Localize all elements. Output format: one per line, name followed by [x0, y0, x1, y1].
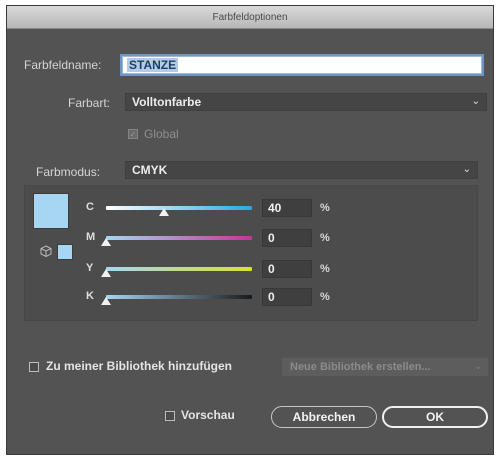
color-preview-swatch	[33, 193, 69, 229]
channel-slider-y[interactable]	[106, 267, 252, 271]
channel-label-y: Y	[86, 262, 94, 274]
color-type-label: Farbart:	[68, 96, 111, 110]
preview-checkbox[interactable]	[165, 411, 175, 421]
channel-value-k: 0	[268, 290, 275, 304]
channel-value-input-y[interactable]: 0	[262, 260, 312, 278]
color-mode-label: Farbmodus:	[36, 165, 101, 179]
title-bar[interactable]: Farbfeldoptionen	[7, 6, 493, 29]
color-mode-value: CMYK	[132, 163, 168, 177]
channel-slider-k[interactable]	[106, 295, 252, 299]
channel-value-input-k[interactable]: 0	[262, 288, 312, 306]
channel-value-input-c[interactable]: 40	[262, 199, 312, 217]
channel-slider-m[interactable]	[106, 236, 252, 240]
slider-thumb-m[interactable]	[101, 238, 111, 246]
swatch-name-label: Farbfeldname:	[24, 58, 102, 72]
channel-label-k: K	[86, 290, 94, 302]
chevron-down-icon: ⌄	[471, 96, 480, 107]
percent-unit: %	[320, 263, 330, 275]
library-select[interactable]: Neue Bibliothek erstellen... ⌄	[281, 357, 489, 377]
out-of-gamut-cube-icon[interactable]	[40, 245, 52, 257]
window-title: Farbfeldoptionen	[212, 11, 288, 23]
channel-slider-c[interactable]	[106, 206, 252, 210]
global-checkbox[interactable]: ✓	[128, 129, 138, 139]
ok-button[interactable]: OK	[382, 406, 488, 428]
slider-thumb-y[interactable]	[101, 269, 111, 277]
channel-label-m: M	[86, 231, 96, 243]
channel-value-m: 0	[268, 231, 275, 245]
swatch-name-input[interactable]: STANZE	[122, 56, 482, 74]
global-label: Global	[144, 127, 179, 141]
chevron-down-icon: ⌄	[462, 164, 471, 175]
cancel-button[interactable]: Abbrechen	[271, 406, 377, 428]
percent-unit: %	[320, 202, 330, 214]
slider-thumb-c[interactable]	[159, 208, 170, 216]
channel-value-y: 0	[268, 262, 275, 276]
channel-value-c: 40	[268, 201, 282, 215]
percent-unit: %	[320, 232, 330, 244]
color-type-select[interactable]: Volltonfarbe ⌄	[125, 93, 487, 111]
color-mode-select[interactable]: CMYK ⌄	[125, 161, 478, 179]
chevron-down-icon: ⌄	[474, 361, 482, 371]
channel-value-input-m[interactable]: 0	[262, 229, 312, 247]
library-select-placeholder: Neue Bibliothek erstellen...	[290, 361, 431, 373]
color-type-value: Volltonfarbe	[132, 95, 202, 109]
add-to-library-checkbox[interactable]	[29, 362, 39, 372]
preview-label: Vorschau	[181, 408, 235, 422]
channel-label-c: C	[86, 201, 94, 213]
gamut-swatch[interactable]	[57, 244, 73, 260]
add-to-library-label: Zu meiner Bibliothek hinzufügen	[46, 359, 232, 373]
swatch-name-value: STANZE	[127, 58, 179, 72]
slider-thumb-k[interactable]	[101, 297, 111, 305]
percent-unit: %	[320, 291, 330, 303]
